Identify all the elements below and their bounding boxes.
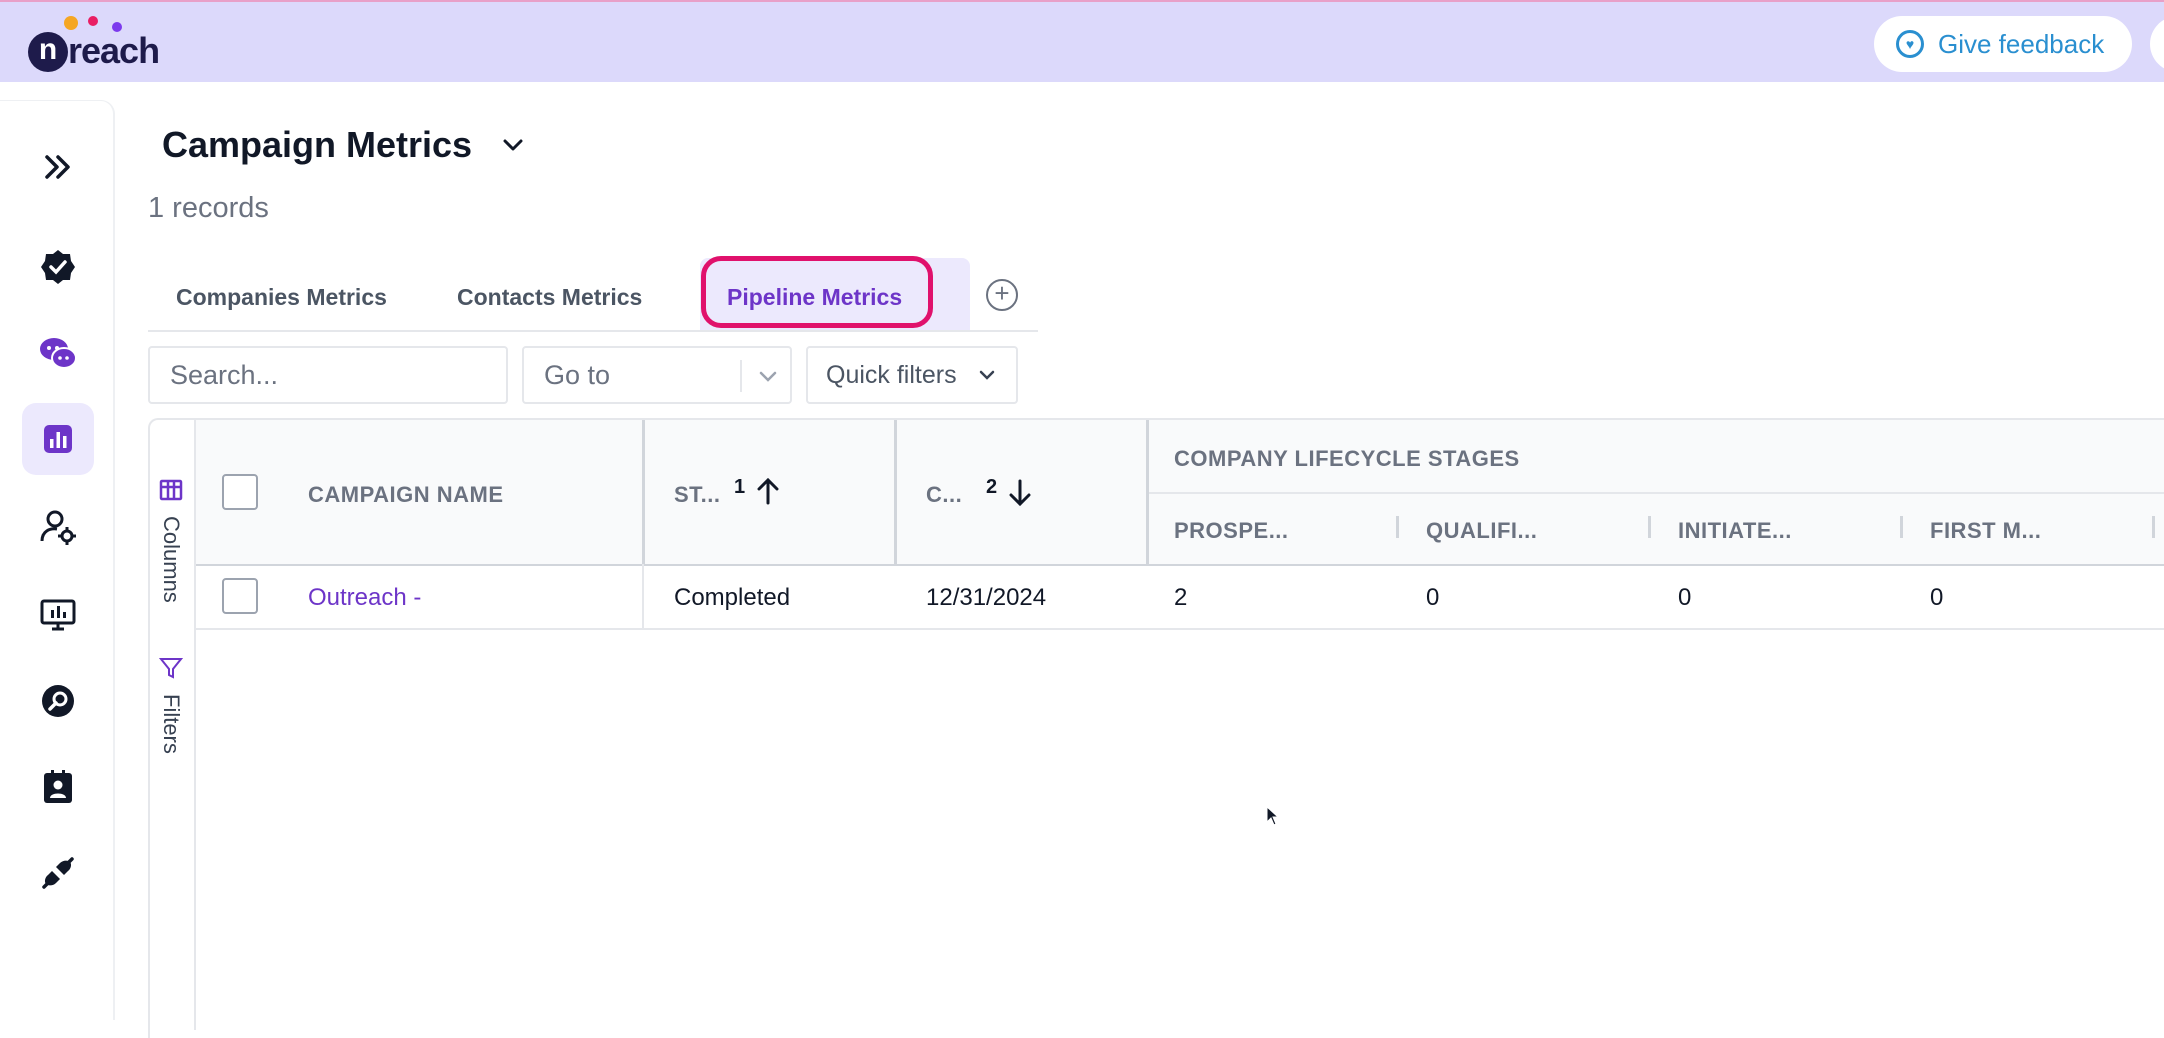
column-header-status[interactable]: ST... <box>674 482 721 508</box>
row-checkbox[interactable] <box>222 578 258 614</box>
tab-highlight-outline <box>701 256 933 328</box>
status-sort-order: 1 <box>734 476 746 498</box>
logo-wordmark: reach <box>68 30 160 71</box>
sidebar <box>0 100 115 1020</box>
column-divider[interactable] <box>894 420 897 566</box>
magnifier-icon <box>42 685 74 717</box>
column-header-prospect[interactable]: PROSPE... <box>1174 518 1289 544</box>
first-meeting-cell: 0 <box>1930 584 1944 611</box>
tab-contacts-metrics[interactable]: Contacts Metrics <box>457 284 642 311</box>
logo-n: n <box>28 32 68 72</box>
columns-panel-button[interactable]: Columns <box>158 478 184 603</box>
filters-label: Filters <box>159 694 184 754</box>
sidebar-item-tasks[interactable] <box>22 231 94 303</box>
add-tab-button[interactable]: + <box>986 279 1018 311</box>
goto-label: Go to <box>544 359 611 390</box>
sidebar-item-search[interactable] <box>22 665 94 737</box>
give-feedback-label: Give feedback <box>1938 28 2105 59</box>
sidebar-expand-button[interactable] <box>22 131 94 203</box>
user-gear-icon <box>40 510 76 545</box>
quick-filters-label: Quick filters <box>826 360 957 389</box>
date-sort-order: 2 <box>986 476 998 498</box>
filters-panel-button[interactable]: Filters <box>158 656 184 754</box>
column-divider[interactable] <box>642 420 645 566</box>
logo-dot-orange <box>64 16 78 30</box>
select-all-checkbox[interactable] <box>222 474 258 510</box>
initiated-cell: 0 <box>1678 584 1692 611</box>
column-resize-handle[interactable] <box>1648 516 1651 538</box>
feedback-chat-icon: ♥ <box>1896 30 1924 58</box>
grid-header: CAMPAIGN NAME ST... 1 C... 2 COMPANY LIF… <box>196 420 2164 566</box>
sidebar-item-presentations[interactable] <box>22 579 94 651</box>
sidebar-item-conversations[interactable] <box>22 317 94 389</box>
column-resize-handle[interactable] <box>2152 516 2155 538</box>
sidebar-item-contacts[interactable] <box>22 751 94 823</box>
double-chevron-right-icon <box>45 155 70 179</box>
logo-dot-pink <box>88 16 98 26</box>
date-cell: 12/31/2024 <box>926 584 1047 611</box>
group-header-divider <box>1149 492 2164 494</box>
cell-divider <box>642 564 644 628</box>
sidebar-item-user-settings[interactable] <box>22 491 94 563</box>
monitor-chart-icon <box>40 599 76 631</box>
columns-icon <box>159 479 183 501</box>
sidebar-item-metrics[interactable] <box>22 403 94 475</box>
filter-icon <box>159 658 183 679</box>
column-resize-handle[interactable] <box>1900 516 1903 538</box>
check-badge-icon <box>41 250 75 284</box>
table-row[interactable]: Outreach - Completed 12/31/2024 2 0 0 0 <box>196 564 2164 630</box>
bar-chart-icon <box>44 425 72 453</box>
give-feedback-button[interactable]: ♥ Give feedback <box>1874 16 2132 72</box>
column-header-campaign-name[interactable]: CAMPAIGN NAME <box>308 482 504 508</box>
column-resize-handle[interactable] <box>1396 516 1399 538</box>
chevron-down-icon[interactable] <box>498 130 528 160</box>
nreach-logo[interactable]: n reach <box>28 14 178 72</box>
grid-side-panel: Columns Filters <box>150 420 196 1030</box>
sidebar-item-integrations[interactable] <box>22 837 94 909</box>
plug-icon <box>42 857 74 889</box>
column-header-qualified[interactable]: QUALIFI... <box>1426 518 1537 544</box>
profile-button-partial[interactable] <box>2150 16 2164 72</box>
chevron-down-icon <box>759 371 777 382</box>
goto-separator <box>740 360 742 392</box>
prospect-cell: 2 <box>1174 584 1188 611</box>
page-title: Campaign Metrics <box>162 124 473 165</box>
records-count: 1 records <box>148 192 269 224</box>
mouse-cursor-icon <box>1266 806 1280 826</box>
search-input[interactable]: Search... <box>148 346 508 404</box>
arrow-up-icon[interactable] <box>754 476 782 506</box>
chat-bubbles-icon <box>40 338 77 369</box>
column-group-company-lifecycle-stages: COMPANY LIFECYCLE STAGES <box>1174 446 1520 471</box>
tab-companies-metrics[interactable]: Companies Metrics <box>176 284 387 311</box>
column-header-date[interactable]: C... <box>926 482 962 508</box>
column-header-first-meeting[interactable]: FIRST M... <box>1930 518 2041 544</box>
data-grid: Columns Filters CAMPAIGN NAME ST... 1 C.… <box>148 418 2164 1038</box>
column-header-initiated[interactable]: INITIATE... <box>1678 518 1792 544</box>
arrow-down-icon[interactable] <box>1006 478 1034 508</box>
contact-badge-icon <box>44 770 72 803</box>
qualified-cell: 0 <box>1426 584 1440 611</box>
columns-label: Columns <box>159 516 184 603</box>
plus-icon: + <box>994 278 1010 308</box>
chevron-down-icon <box>979 370 994 380</box>
quick-filters-button[interactable]: Quick filters <box>806 346 1018 404</box>
top-bar: n reach ♥ Give feedback <box>0 0 2164 82</box>
campaign-name-link[interactable]: Outreach - <box>308 584 421 612</box>
status-cell: Completed <box>674 584 791 611</box>
goto-select[interactable]: Go to <box>522 346 792 404</box>
